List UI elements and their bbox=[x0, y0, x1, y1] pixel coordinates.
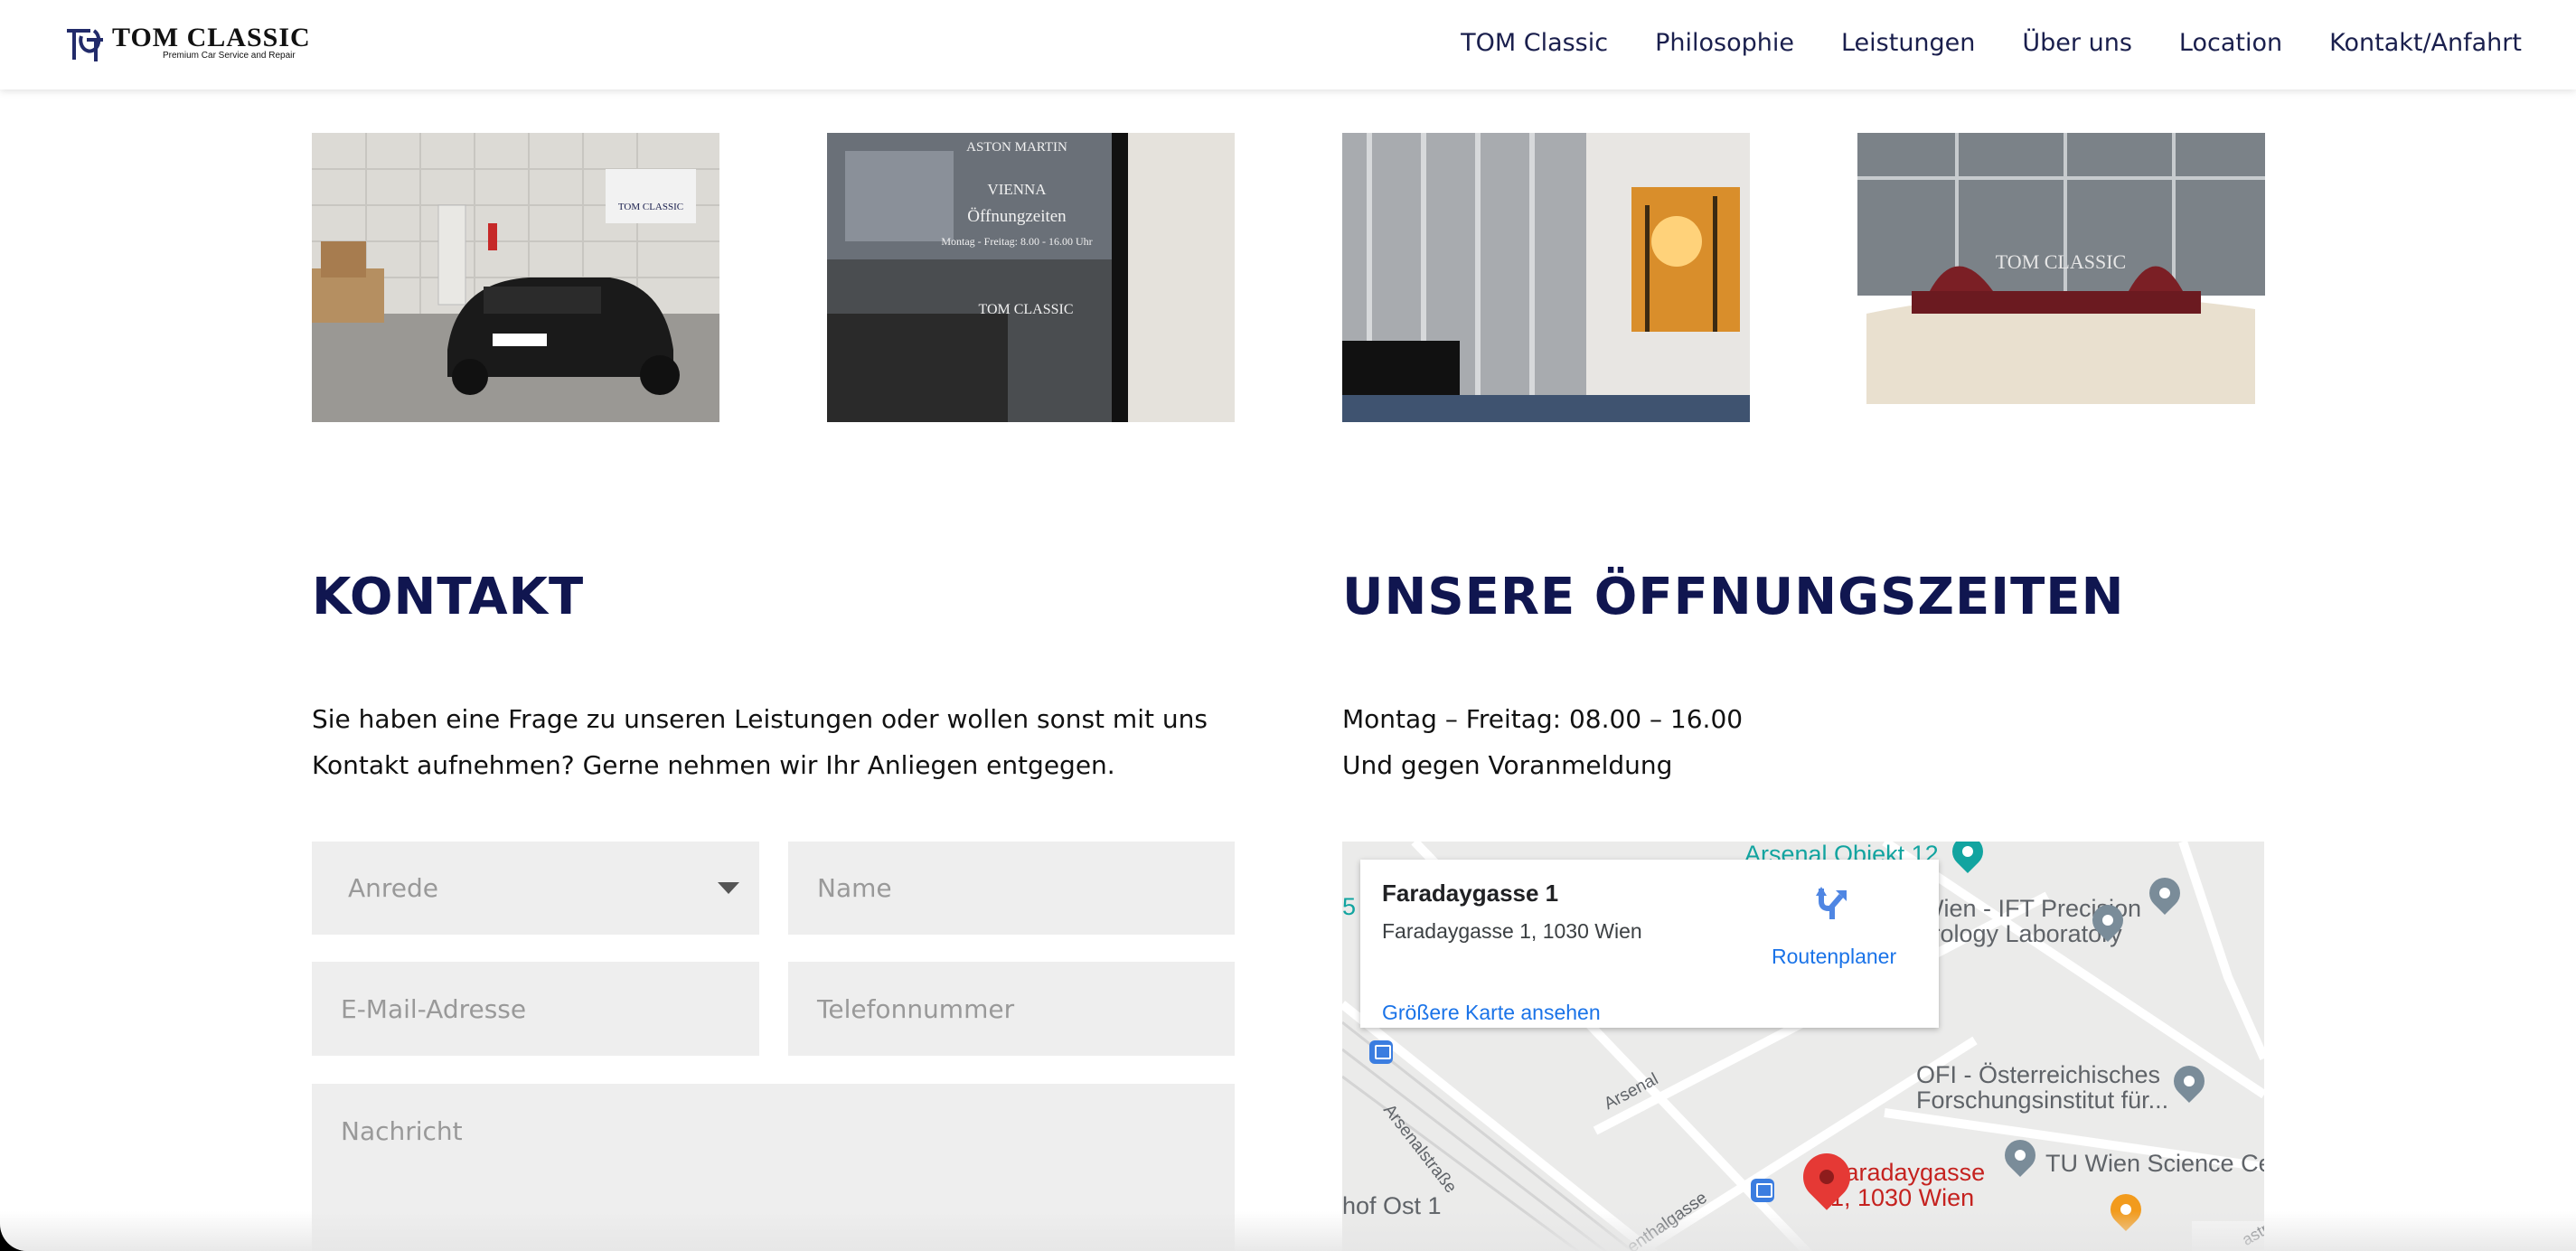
map-card-title: Faradaygasse 1 bbox=[1382, 879, 1559, 907]
salutation-select[interactable]: Anrede bbox=[312, 842, 759, 935]
page: TOM CLASSIC Premium Car Service and Repa… bbox=[0, 0, 2576, 1251]
message-placeholder: Nachricht bbox=[341, 1116, 463, 1146]
showroom-image bbox=[1342, 133, 1750, 422]
map-label-ofi-1: OFI - Österreichisches bbox=[1916, 1061, 2161, 1088]
nav-item-leistungen[interactable]: Leistungen bbox=[1841, 29, 1975, 57]
directions-icon[interactable] bbox=[1812, 883, 1850, 921]
route-planner-link[interactable]: Routenplaner bbox=[1772, 945, 1896, 969]
map-card-address: Faradaygasse 1, 1030 Wien bbox=[1382, 919, 1642, 943]
gallery-photo-workshop[interactable]: TOM CLASSIC bbox=[312, 133, 719, 422]
nav-item-tom-classic[interactable]: TOM Classic bbox=[1461, 29, 1608, 57]
nav-item-philosophie[interactable]: Philosophie bbox=[1655, 29, 1794, 57]
phone-placeholder: Telefonnummer bbox=[817, 993, 1015, 1024]
google-map[interactable]: Arsenal Objekt 12 Wien - IFT Precision t… bbox=[1342, 842, 2264, 1251]
nav-item-ueber-uns[interactable]: Über uns bbox=[2022, 29, 2132, 57]
bus-stop-icon[interactable] bbox=[1369, 1040, 1393, 1064]
hours-line1: Montag – Freitag: 08.00 – 16.00 bbox=[1342, 704, 1744, 734]
sign-brand: TOM CLASSIC bbox=[618, 202, 683, 212]
phone-field[interactable]: Telefonnummer bbox=[788, 962, 1235, 1056]
hours-heading: UNSERE ÖFFNUNGSZEITEN bbox=[1342, 568, 2125, 626]
map-label-pin-2: 1, 1030 Wien bbox=[1830, 1184, 1975, 1211]
convertible-image: TOM CLASSIC bbox=[1857, 133, 2265, 422]
gallery-photo-convertible[interactable]: TOM CLASSIC bbox=[1857, 133, 2265, 422]
door-image: ASTON MARTIN VIENNA Öffnungzeiten Montag… bbox=[827, 133, 1235, 422]
brand-name: TOM CLASSIC bbox=[112, 23, 311, 52]
hours-line2: Und gegen Voranmeldung bbox=[1342, 750, 1673, 780]
nav-item-kontakt-anfahrt[interactable]: Kontakt/Anfahrt bbox=[2329, 29, 2522, 57]
gallery-photo-door[interactable]: ASTON MARTIN VIENNA Öffnungzeiten Montag… bbox=[827, 133, 1235, 422]
contact-heading: KONTAKT bbox=[312, 568, 585, 626]
brand-tagline: Premium Car Service and Repair bbox=[163, 51, 296, 61]
main-nav: TOM Classic Philosophie Leistungen Über … bbox=[1461, 29, 2522, 57]
site-header: TOM CLASSIC Premium Car Service and Repa… bbox=[0, 0, 2576, 89]
contact-intro: Sie haben eine Frage zu unseren Leistung… bbox=[312, 696, 1270, 788]
name-placeholder: Name bbox=[817, 873, 892, 903]
map-label-five: 5 bbox=[1342, 893, 1357, 920]
chevron-down-icon bbox=[718, 882, 739, 894]
name-field[interactable]: Name bbox=[788, 842, 1235, 935]
map-info-card: Faradaygasse 1 Faradaygasse 1, 1030 Wien… bbox=[1360, 860, 1939, 1028]
door-hours-title: Öffnungzeiten bbox=[967, 207, 1067, 226]
email-placeholder: E-Mail-Adresse bbox=[341, 993, 527, 1024]
door-brand-text: ASTON MARTIN bbox=[966, 140, 1067, 155]
email-field[interactable]: E-Mail-Adresse bbox=[312, 962, 759, 1056]
door-hours-text: Montag - Freitag: 8.00 - 16.00 Uhr bbox=[941, 235, 1092, 248]
map-label-pin-1: Faradaygasse bbox=[1830, 1159, 1986, 1186]
bottom-fade bbox=[0, 1211, 2576, 1251]
larger-map-link[interactable]: Größere Karte ansehen bbox=[1382, 1001, 1601, 1025]
hours-text: Montag – Freitag: 08.00 – 16.00 Und gege… bbox=[1342, 696, 2246, 788]
logo[interactable]: TOM CLASSIC Premium Car Service and Repa… bbox=[63, 24, 311, 65]
contact-intro-line2: Kontakt aufnehmen? Gerne nehmen wir Ihr … bbox=[312, 750, 1115, 780]
salutation-placeholder: Anrede bbox=[348, 873, 439, 903]
nav-item-location[interactable]: Location bbox=[2179, 29, 2282, 57]
workshop-image: TOM CLASSIC bbox=[312, 133, 719, 422]
door-city-text: VIENNA bbox=[987, 181, 1047, 198]
building-logo-text: TOM CLASSIC bbox=[1996, 250, 2126, 273]
gallery-photo-showroom[interactable] bbox=[1342, 133, 1750, 422]
door-logo-text: TOM CLASSIC bbox=[978, 302, 1073, 317]
logo-monogram-icon bbox=[67, 29, 103, 61]
contact-intro-line1: Sie haben eine Frage zu unseren Leistung… bbox=[312, 704, 1208, 734]
map-label-tu-wien: TU Wien Science Ce bbox=[2045, 1150, 2264, 1177]
bus-stop-icon[interactable] bbox=[1751, 1179, 1774, 1202]
map-label-ofi-2: Forschungsinstitut für... bbox=[1916, 1086, 2169, 1114]
